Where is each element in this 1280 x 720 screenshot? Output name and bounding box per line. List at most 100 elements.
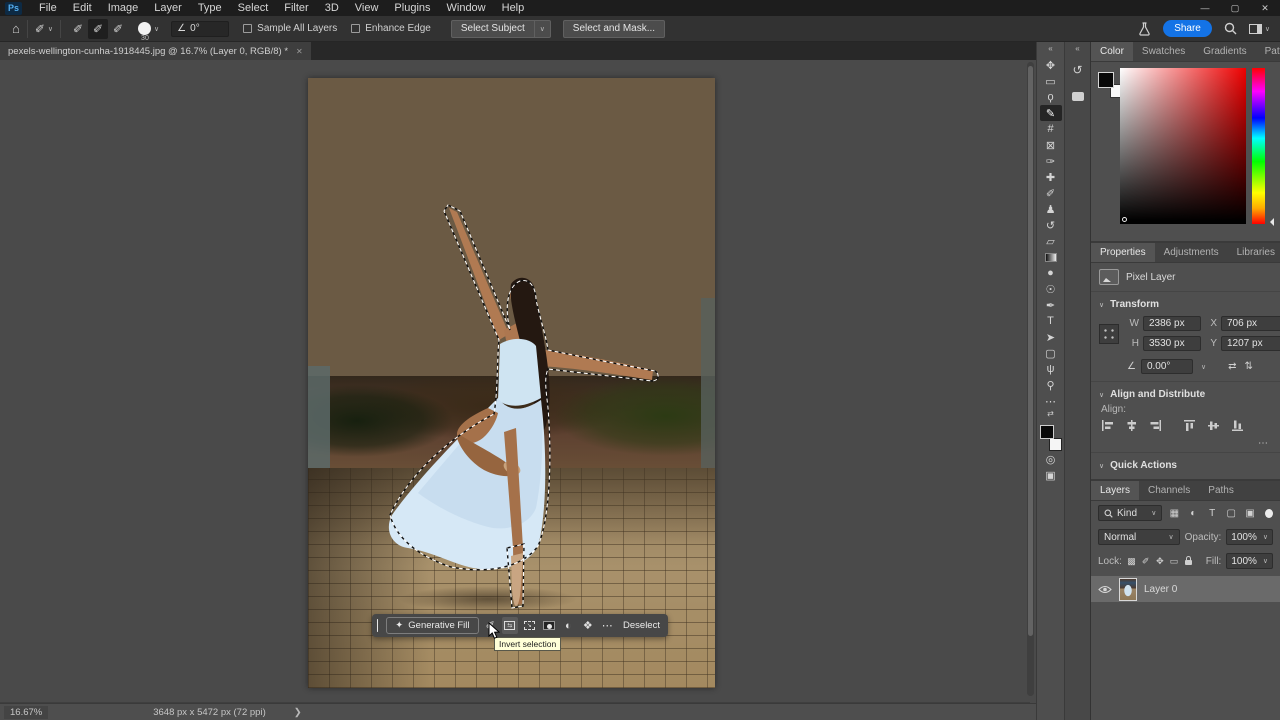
lock-position-icon[interactable]: ✥: [1155, 554, 1164, 568]
y-field[interactable]: 1207 px: [1221, 336, 1280, 351]
menu-edit[interactable]: Edit: [66, 1, 99, 15]
sample-all-layers-checkbox[interactable]: Sample All Layers: [243, 23, 337, 34]
shape-tool-icon[interactable]: ▢: [1040, 345, 1062, 361]
height-field[interactable]: 3530 px: [1143, 336, 1201, 351]
minimize-icon[interactable]: —: [1190, 0, 1220, 16]
layer-visibility-eye-icon[interactable]: [1098, 585, 1112, 594]
pixel-filter-icon[interactable]: ▦: [1167, 506, 1181, 521]
canvas-area[interactable]: ✦ Generative Fill ✐ ⇆ ↘ ◐ ❖ ⋯ Deselect I…: [0, 60, 1036, 703]
menu-filter[interactable]: Filter: [277, 1, 315, 15]
document-canvas[interactable]: [308, 78, 715, 688]
new-selection-mode-button[interactable]: ✐: [68, 19, 88, 39]
saturation-brightness-field[interactable]: [1120, 68, 1246, 224]
create-mask-button[interactable]: [541, 617, 557, 634]
tab-close-icon[interactable]: ✕: [296, 47, 303, 56]
eyedropper-tool-icon[interactable]: ✑: [1040, 153, 1062, 169]
align-more-options-icon[interactable]: ⋯: [1091, 436, 1280, 449]
foreground-background-swatches[interactable]: [1040, 425, 1062, 451]
layer-thumbnail[interactable]: [1119, 578, 1137, 601]
add-to-selection-mode-button[interactable]: ✐: [88, 19, 108, 39]
shape-filter-icon[interactable]: ▢: [1224, 506, 1238, 521]
swap-colors-icon[interactable]: ⇄: [1047, 409, 1054, 421]
hue-slider[interactable]: [1252, 68, 1265, 224]
taskbar-drag-handle[interactable]: [377, 619, 378, 632]
fill-field[interactable]: 100% ∨: [1226, 553, 1273, 569]
screen-mode-icon[interactable]: ▣: [1040, 467, 1062, 483]
flip-vertical-icon[interactable]: ⇅: [1244, 361, 1252, 372]
tab-adjustments[interactable]: Adjustments: [1155, 243, 1228, 262]
align-middle-vertical-icon[interactable]: [1207, 419, 1220, 432]
menu-window[interactable]: Window: [440, 1, 493, 15]
flip-horizontal-icon[interactable]: ⇄: [1228, 361, 1236, 372]
menu-image[interactable]: Image: [101, 1, 146, 15]
menu-3d[interactable]: 3D: [318, 1, 346, 15]
lock-image-pixels-icon[interactable]: ✐: [1141, 554, 1150, 568]
tab-swatches[interactable]: Swatches: [1133, 42, 1194, 61]
align-top-icon[interactable]: [1183, 419, 1196, 432]
move-tool-icon[interactable]: ✥: [1040, 57, 1062, 73]
gradient-tool-icon[interactable]: [1040, 249, 1062, 265]
fill-selection-button[interactable]: ❖: [580, 617, 596, 634]
workspace-switcher[interactable]: ∨: [1249, 24, 1270, 34]
invert-selection-button[interactable]: ⇆: [502, 617, 518, 634]
tab-gradients[interactable]: Gradients: [1194, 42, 1255, 61]
clone-stamp-tool-icon[interactable]: ♟: [1040, 201, 1062, 217]
transform-section-header[interactable]: ∨ Transform: [1091, 292, 1280, 314]
transform-selection-button[interactable]: ↘: [522, 617, 538, 634]
align-bottom-icon[interactable]: [1231, 419, 1244, 432]
share-button[interactable]: Share: [1163, 20, 1212, 37]
status-chevron-icon[interactable]: ❯: [294, 707, 302, 718]
layer-row[interactable]: Layer 0: [1091, 576, 1280, 602]
blend-mode-dropdown[interactable]: Normal ∨: [1098, 529, 1180, 545]
quick-selection-tool-icon[interactable]: ✎: [1040, 105, 1062, 121]
tab-color[interactable]: Color: [1091, 42, 1133, 61]
blur-tool-icon[interactable]: ●: [1040, 265, 1062, 281]
tab-patterns[interactable]: Patterns: [1256, 42, 1280, 61]
lock-transparent-pixels-icon[interactable]: ▩: [1127, 554, 1136, 568]
tab-libraries[interactable]: Libraries: [1228, 243, 1280, 262]
pen-tool-icon[interactable]: ✒: [1040, 297, 1062, 313]
tab-layers[interactable]: Layers: [1091, 481, 1139, 500]
tool-preset-picker[interactable]: ✐ ∨: [35, 23, 53, 35]
reference-point-selector[interactable]: [1099, 324, 1119, 344]
filter-kind-dropdown[interactable]: Kind ∨: [1098, 505, 1162, 521]
hand-tool-icon[interactable]: ψ: [1040, 361, 1062, 377]
dodge-tool-icon[interactable]: ☉: [1040, 281, 1062, 297]
brush-size-picker[interactable]: 30 ∨: [138, 22, 159, 35]
scrollbar-thumb[interactable]: [1028, 66, 1033, 636]
menu-plugins[interactable]: Plugins: [387, 1, 437, 15]
menu-type[interactable]: Type: [191, 1, 229, 15]
home-icon[interactable]: ⌂: [12, 22, 20, 35]
align-section-header[interactable]: ∨ Align and Distribute: [1091, 382, 1280, 404]
adjustment-filter-icon[interactable]: ◐: [1186, 506, 1200, 521]
eraser-tool-icon[interactable]: ▱: [1040, 233, 1062, 249]
search-icon[interactable]: [1224, 22, 1237, 35]
quick-mask-icon[interactable]: ◎: [1040, 451, 1062, 467]
close-icon[interactable]: ✕: [1250, 0, 1280, 16]
align-right-icon[interactable]: [1149, 419, 1162, 432]
comments-panel-icon[interactable]: [1068, 87, 1088, 105]
beta-flask-icon[interactable]: [1138, 22, 1151, 36]
tab-properties[interactable]: Properties: [1091, 243, 1155, 262]
marquee-tool-icon[interactable]: ▭: [1040, 73, 1062, 89]
rotation-angle-field[interactable]: ∠ 0.00° ∨: [1127, 359, 1206, 374]
width-field[interactable]: 2386 px: [1143, 316, 1201, 331]
background-color-swatch[interactable]: [1049, 438, 1062, 451]
lock-all-icon[interactable]: [1184, 554, 1193, 568]
opacity-field[interactable]: 100% ∨: [1226, 529, 1273, 545]
menu-layer[interactable]: Layer: [147, 1, 189, 15]
edit-toolbar-icon[interactable]: ⋯: [1040, 393, 1062, 409]
history-brush-tool-icon[interactable]: ↺: [1040, 217, 1062, 233]
crop-tool-icon[interactable]: #: [1040, 121, 1062, 137]
tab-paths[interactable]: Paths: [1199, 481, 1243, 500]
type-tool-icon[interactable]: T: [1040, 313, 1062, 329]
zoom-level-field[interactable]: 16.67%: [4, 706, 48, 719]
lasso-tool-icon[interactable]: ϙ: [1040, 89, 1062, 105]
smart-object-filter-icon[interactable]: ▣: [1243, 506, 1257, 521]
zoom-tool-icon[interactable]: ⚲: [1040, 377, 1062, 393]
menu-view[interactable]: View: [348, 1, 386, 15]
brush-angle-field[interactable]: ∠ 0°: [171, 21, 229, 37]
foreground-color-swatch[interactable]: [1040, 425, 1054, 439]
foreground-color-swatch[interactable]: [1098, 72, 1114, 88]
collapse-dock-icon[interactable]: «: [1075, 44, 1079, 53]
